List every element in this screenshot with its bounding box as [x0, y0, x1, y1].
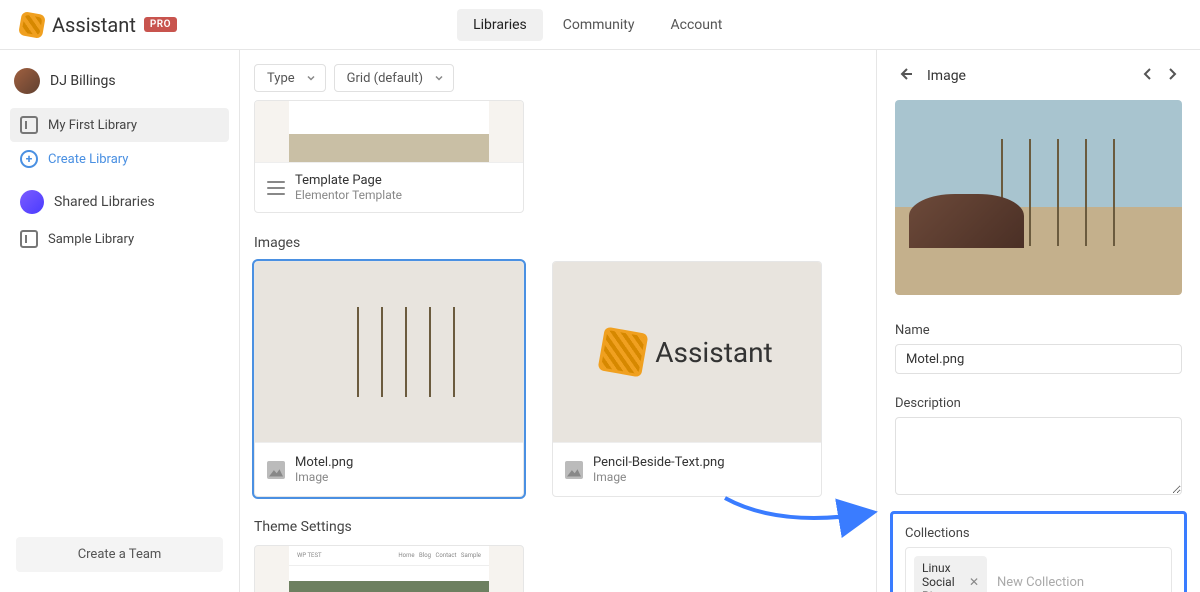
images-section-title: Images — [240, 213, 876, 261]
assistant-logo-text: Assistant — [655, 336, 772, 369]
description-textarea[interactable] — [895, 417, 1182, 495]
collections-label: Collections — [905, 526, 1172, 541]
create-library-label: Create Library — [48, 152, 128, 167]
name-field-label: Name — [895, 323, 1182, 338]
nav-community[interactable]: Community — [547, 9, 651, 41]
sort-select[interactable]: Grid (default) — [334, 64, 454, 92]
sidebar: DJ Billings My First Library + Create Li… — [0, 50, 240, 592]
plus-icon: + — [20, 150, 38, 168]
template-thumbnail — [255, 101, 523, 163]
sort-label: Grid (default) — [347, 71, 423, 86]
image-name: Motel.png — [295, 455, 353, 470]
image-type: Image — [593, 470, 725, 484]
image-card-pencil[interactable]: Assistant Pencil-Beside-Text.png Image — [552, 261, 822, 497]
library-label: My First Library — [48, 118, 137, 133]
create-team-button[interactable]: Create a Team — [16, 537, 223, 572]
pro-badge: PRO — [144, 17, 177, 32]
image-icon — [565, 461, 583, 479]
main-nav: Libraries Community Account — [457, 9, 738, 41]
logo-area: Assistant PRO — [20, 13, 177, 37]
image-name: Pencil-Beside-Text.png — [593, 455, 725, 470]
collections-input-row[interactable]: Linux Social Pizza ✕ — [905, 547, 1172, 592]
remove-chip-icon[interactable]: ✕ — [969, 575, 979, 589]
theme-settings-section-title: Theme Settings — [240, 497, 876, 545]
template-card[interactable]: Template Page Elementor Template — [254, 100, 524, 213]
type-filter-select[interactable]: Type — [254, 64, 326, 92]
create-library-button[interactable]: + Create Library — [10, 142, 229, 176]
type-filter-label: Type — [267, 71, 295, 86]
collections-section: Collections Linux Social Pizza ✕ — [890, 511, 1187, 592]
sidebar-item-my-first-library[interactable]: My First Library — [10, 108, 229, 142]
app-header: Assistant PRO Libraries Community Accoun… — [0, 0, 1200, 50]
prev-arrow-icon[interactable] — [1138, 64, 1158, 88]
collection-chip-label: Linux Social Pizza — [922, 561, 963, 592]
back-arrow-icon[interactable] — [895, 64, 915, 88]
library-label: Sample Library — [48, 232, 134, 247]
user-row[interactable]: DJ Billings — [10, 64, 229, 108]
image-card-motel[interactable]: Motel.png Image — [254, 261, 524, 497]
library-icon — [20, 230, 38, 248]
name-input[interactable] — [895, 344, 1182, 374]
template-subtitle: Elementor Template — [295, 188, 402, 202]
shared-libraries-header: Shared Libraries — [10, 176, 229, 222]
chevron-down-icon — [305, 72, 317, 88]
nav-libraries[interactable]: Libraries — [457, 9, 543, 41]
filters-row: Type Grid (default) — [240, 50, 876, 92]
sidebar-item-sample-library[interactable]: Sample Library — [10, 222, 229, 256]
image-preview — [895, 100, 1182, 295]
next-arrow-icon[interactable] — [1162, 64, 1182, 88]
details-panel: Image Name Description Collections Linux… — [876, 50, 1200, 592]
image-thumbnail: Assistant — [553, 262, 821, 442]
collection-chip: Linux Social Pizza ✕ — [914, 556, 987, 592]
new-collection-input[interactable] — [997, 575, 1163, 590]
user-name: DJ Billings — [50, 73, 116, 89]
shared-libraries-label: Shared Libraries — [54, 194, 155, 210]
details-title: Image — [927, 68, 966, 84]
image-icon — [267, 461, 285, 479]
main-content: Type Grid (default) Template Page Elemen… — [240, 50, 876, 592]
description-field-label: Description — [895, 396, 1182, 411]
assistant-logo-icon — [18, 11, 46, 39]
theme-settings-card[interactable]: WP TESTHome Blog Contact Sample — [254, 545, 524, 592]
chevron-down-icon — [433, 72, 445, 88]
template-icon — [267, 179, 285, 197]
logo-text: Assistant — [52, 13, 136, 37]
nav-account[interactable]: Account — [654, 9, 738, 41]
assistant-logo-icon — [598, 327, 649, 378]
library-icon — [20, 116, 38, 134]
image-thumbnail — [255, 262, 523, 442]
details-header: Image — [895, 64, 1182, 88]
image-type: Image — [295, 470, 353, 484]
template-title: Template Page — [295, 173, 402, 188]
shared-icon — [20, 190, 44, 214]
avatar — [14, 68, 40, 94]
